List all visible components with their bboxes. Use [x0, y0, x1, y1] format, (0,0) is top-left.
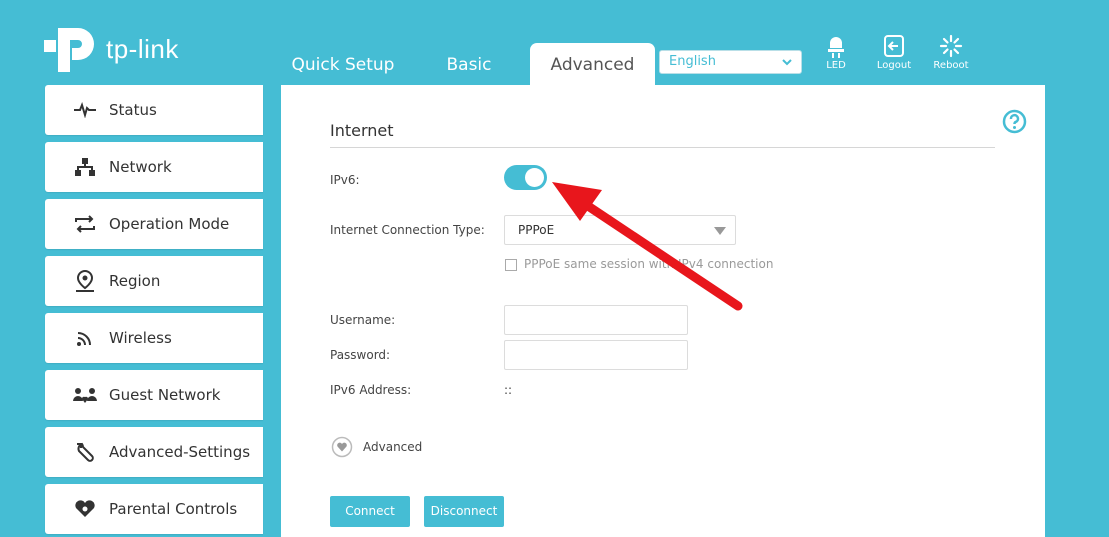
sidebar-item-status[interactable]: Status [45, 85, 263, 135]
username-label: Username: [330, 313, 396, 327]
heart-icon [73, 497, 97, 521]
tp-link-logo: tp-link [44, 24, 179, 74]
location-pin-icon [73, 269, 97, 293]
sidebar-item-label: Wireless [109, 329, 172, 347]
led-button[interactable]: LED [811, 34, 861, 71]
sidebar-item-guest-network[interactable]: Guest Network [45, 370, 263, 420]
logout-button[interactable]: Logout [869, 34, 919, 71]
connection-type-label: Internet Connection Type: [330, 223, 485, 237]
password-label: Password: [330, 348, 391, 362]
ipv6-address-value: :: [504, 383, 513, 397]
connection-type-value: PPPoE [518, 223, 555, 237]
led-icon [828, 37, 844, 58]
operation-mode-icon [73, 212, 97, 236]
connection-type-select[interactable]: PPPoE [504, 215, 736, 245]
logout-icon [884, 35, 904, 57]
password-input[interactable] [504, 340, 688, 370]
tab-quick-setup[interactable]: Quick Setup [282, 43, 404, 85]
wrench-icon [73, 440, 97, 464]
same-session-label: PPPoE same session with IPv4 connection [524, 257, 774, 271]
language-select-value: English [669, 54, 716, 69]
username-input[interactable] [504, 305, 688, 335]
reboot-icon [939, 34, 963, 58]
chevron-circle-down-icon[interactable] [331, 436, 353, 458]
guest-users-icon [73, 383, 97, 407]
sidebar-item-region[interactable]: Region [45, 256, 263, 306]
pulse-icon [73, 98, 97, 122]
sidebar-item-network[interactable]: Network [45, 142, 263, 192]
section-divider [330, 147, 995, 148]
tab-basic[interactable]: Basic [430, 43, 508, 85]
reboot-button[interactable]: Reboot [926, 34, 976, 71]
advanced-toggle-label[interactable]: Advanced [363, 440, 422, 454]
reboot-label: Reboot [933, 60, 969, 71]
sidebar-item-label: Region [109, 272, 161, 290]
chevron-down-icon [782, 59, 792, 66]
logout-label: Logout [876, 60, 912, 71]
language-select[interactable]: English [659, 50, 802, 74]
sidebar-item-wireless[interactable]: Wireless [45, 313, 263, 363]
ipv6-label: IPv6: [330, 173, 360, 187]
disconnect-button[interactable]: Disconnect [424, 496, 504, 527]
same-session-checkbox[interactable] [505, 259, 517, 271]
ipv6-address-label: IPv6 Address: [330, 383, 412, 397]
sidebar-item-label: Parental Controls [109, 500, 238, 518]
sidebar-item-parental-controls[interactable]: Parental Controls [45, 484, 263, 534]
sidebar-item-operation-mode[interactable]: Operation Mode [45, 199, 263, 249]
tab-advanced[interactable]: Advanced [530, 43, 655, 85]
dropdown-triangle-icon [714, 227, 726, 235]
sidebar-item-label: Operation Mode [109, 215, 230, 233]
sidebar-item-advanced-settings[interactable]: Advanced-Settings [45, 427, 263, 477]
sidebar-item-label: Status [109, 101, 157, 119]
brand-name: tp-link [106, 33, 179, 64]
wireless-icon [73, 326, 97, 350]
ipv6-toggle[interactable] [504, 165, 547, 190]
network-icon [73, 155, 97, 179]
led-label: LED [826, 60, 846, 71]
tp-link-logo-icon [44, 28, 94, 72]
sidebar-item-label: Advanced-Settings [109, 443, 251, 461]
connect-button[interactable]: Connect [330, 496, 410, 527]
section-title: Internet [330, 121, 394, 140]
help-icon[interactable] [1002, 109, 1027, 134]
toggle-knob [525, 168, 544, 187]
sidebar-item-label: Guest Network [109, 386, 221, 404]
sidebar-item-label: Network [109, 158, 172, 176]
